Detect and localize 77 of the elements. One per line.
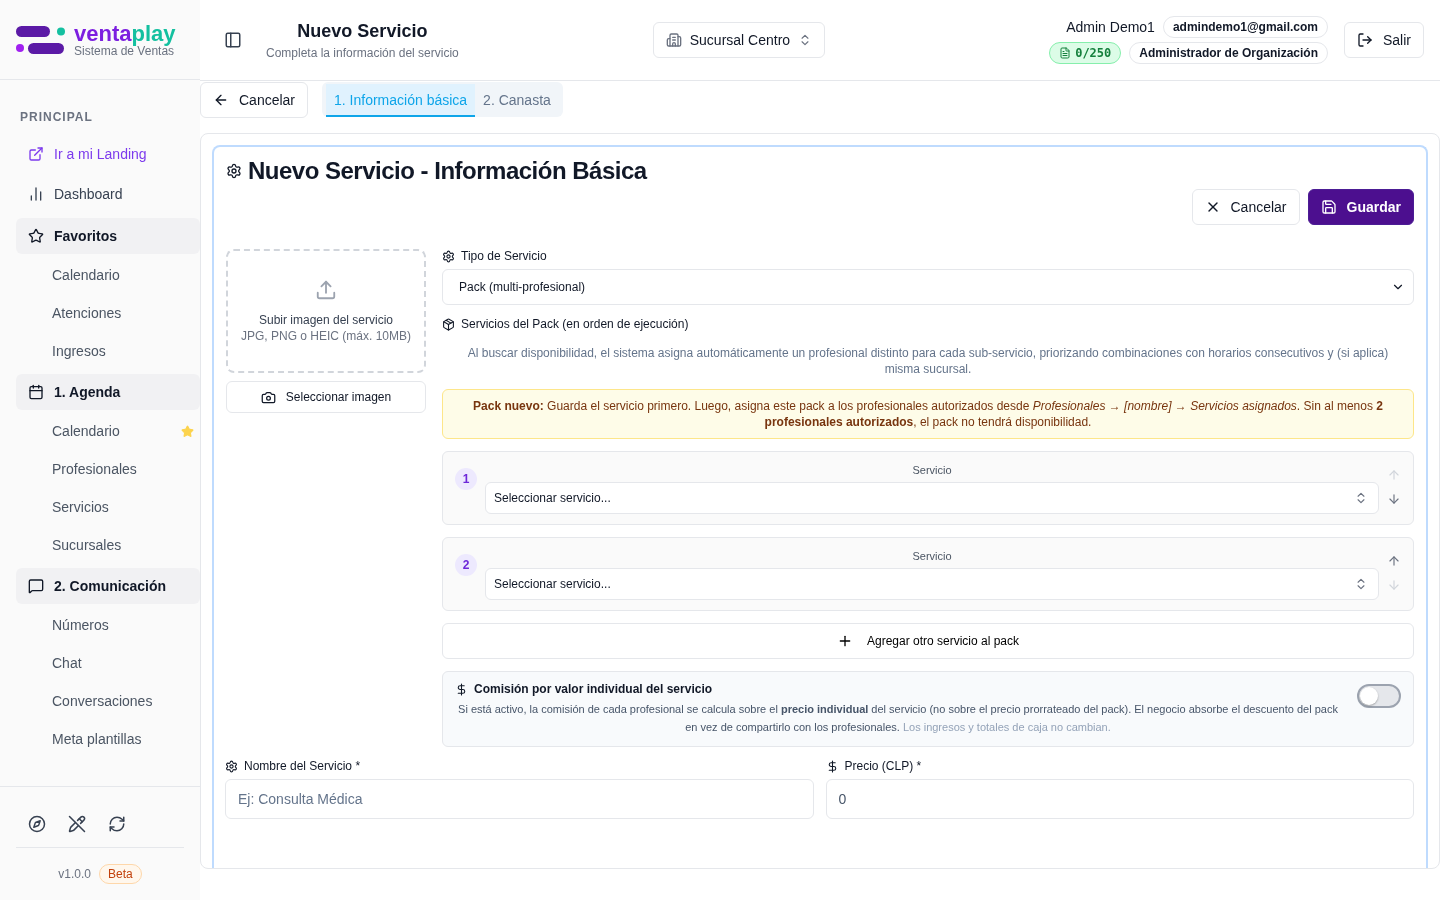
branch-selector[interactable]: Sucursal Centro [652, 22, 826, 58]
package-icon [442, 317, 455, 331]
external-link-icon [28, 146, 44, 162]
save-icon [1320, 199, 1337, 215]
step-number: 1 [455, 468, 477, 490]
step-number: 2 [455, 554, 477, 576]
page-title: Nuevo Servicio [297, 20, 428, 42]
commission-description: Si está activo, la comisión de cada profesional se calcula sobre el precio individual del servicio (no sobre el precio prorrateado del pack). El negocio absorbe el descuento del pack en vez de compartirlo con los profesionales. Los ingresos y totales de caja no cambian. [457, 702, 1339, 735]
select-image-button[interactable]: Seleccionar imagen [226, 381, 426, 413]
upload-icon [315, 279, 337, 301]
gear-icon [442, 249, 455, 263]
logo-icon [16, 25, 66, 54]
dropzone-hint: JPG, PNG o HEIC (máx. 10MB) [240, 329, 411, 343]
dropzone-title: Subir imagen del servicio [258, 313, 394, 327]
nav-item[interactable]: Profesionales [16, 450, 200, 488]
nav-item[interactable]: Servicios [16, 488, 200, 526]
item-label: Servicio [911, 464, 953, 476]
service-select[interactable]: Seleccionar servicio... [485, 482, 1379, 514]
settings-icon [226, 163, 242, 179]
nav-group[interactable]: 2. Comunicación [16, 568, 200, 604]
message-icon [28, 578, 44, 594]
version-label: v1.0.0 [58, 867, 91, 881]
form-title: Nuevo Servicio - Información Básica [248, 157, 647, 185]
image-dropzone[interactable]: Subir imagen del servicio JPG, PNG o HEIC (máx. 10MB) [226, 249, 426, 373]
nav-link[interactable]: Ir a mi Landing [16, 134, 200, 174]
tab[interactable]: 2. Canasta [475, 84, 559, 117]
price-input[interactable]: 0 [825, 779, 1414, 819]
camera-icon [260, 389, 276, 405]
nav-item[interactable]: Números [16, 606, 200, 644]
user-name: Admin Demo1 [1066, 19, 1155, 35]
move-down-icon[interactable] [1387, 492, 1401, 506]
logout-icon [1357, 32, 1373, 48]
help-text: Al buscar disponibilidad, el sistema asigna automáticamente un profesional distinto para cada sub-servicio, priorizando combinaciones con horarios consecutivos y (si aplica) misma sucursal. [466, 345, 1390, 377]
add-service-button[interactable]: Agregar otro servicio al pack [442, 623, 1414, 659]
quota-badge: 0/250 [1049, 42, 1122, 64]
brand-name: ventaplay [74, 22, 176, 45]
compass-icon[interactable] [28, 815, 46, 833]
commission-title: Comisión por valor individual del servicio [455, 682, 1341, 696]
nav-item[interactable]: Chat [16, 644, 200, 682]
service-name-input[interactable]: Ej: Consulta Médica [225, 779, 814, 819]
document-icon [1059, 47, 1072, 59]
page-subtitle: Completa la información del servicio [266, 45, 459, 60]
field-label: Precio (CLP) * [825, 759, 1414, 773]
nav-item[interactable]: Meta plantillas [16, 720, 200, 758]
nav-item[interactable]: Atenciones [16, 294, 200, 332]
field-label: Servicios del Pack (en orden de ejecución) [442, 317, 1414, 331]
logout-button[interactable]: Salir [1344, 22, 1424, 58]
commission-toggle[interactable] [1357, 684, 1401, 708]
calendar-icon [28, 384, 44, 400]
nav-link[interactable]: Dashboard [16, 174, 200, 214]
pencil-off-icon[interactable] [68, 815, 86, 833]
field-label: Tipo de Servicio [442, 249, 1414, 263]
nav-item[interactable]: Ingresos [16, 332, 200, 370]
pack-notice: Pack nuevo: Guarda el servicio primero. Luego, asigna este pack a los profesionales autorizados desde Profesionales → [nombre] → Servicios asignados. Sin al menos 2 profesionales autorizados, el pack no tendrá disponibilidad. [442, 389, 1414, 439]
building-icon [665, 32, 682, 48]
bar-chart-icon [28, 186, 44, 202]
sidebar-toggle-icon[interactable] [224, 31, 242, 49]
nav-item[interactable]: Conversaciones [16, 682, 200, 720]
nav-item[interactable]: Calendario [16, 412, 200, 450]
save-button[interactable]: Guardar [1307, 189, 1414, 225]
move-up-icon[interactable] [1387, 554, 1401, 568]
cancel-button[interactable]: Cancelar [200, 82, 309, 118]
service-select[interactable]: Seleccionar servicio... [485, 568, 1379, 600]
beta-badge: Beta [99, 864, 142, 884]
cancel-button[interactable]: Cancelar [1191, 189, 1300, 225]
refresh-icon[interactable] [108, 815, 126, 833]
nav-group[interactable]: Favoritos [16, 218, 200, 254]
dollar-icon [455, 682, 468, 696]
service-type-select[interactable]: Pack (multi-profesional) [442, 269, 1414, 305]
nav-item[interactable]: Calendario [16, 256, 200, 294]
gear-icon [225, 759, 238, 773]
field-label: Nombre del Servicio * [225, 759, 814, 773]
item-label: Servicio [911, 550, 953, 562]
nav-item[interactable]: Sucursales [16, 526, 200, 564]
section-heading: PRINCIPAL [19, 110, 94, 126]
nav-group[interactable]: 1. Agenda [16, 374, 200, 410]
star-icon [28, 228, 44, 244]
